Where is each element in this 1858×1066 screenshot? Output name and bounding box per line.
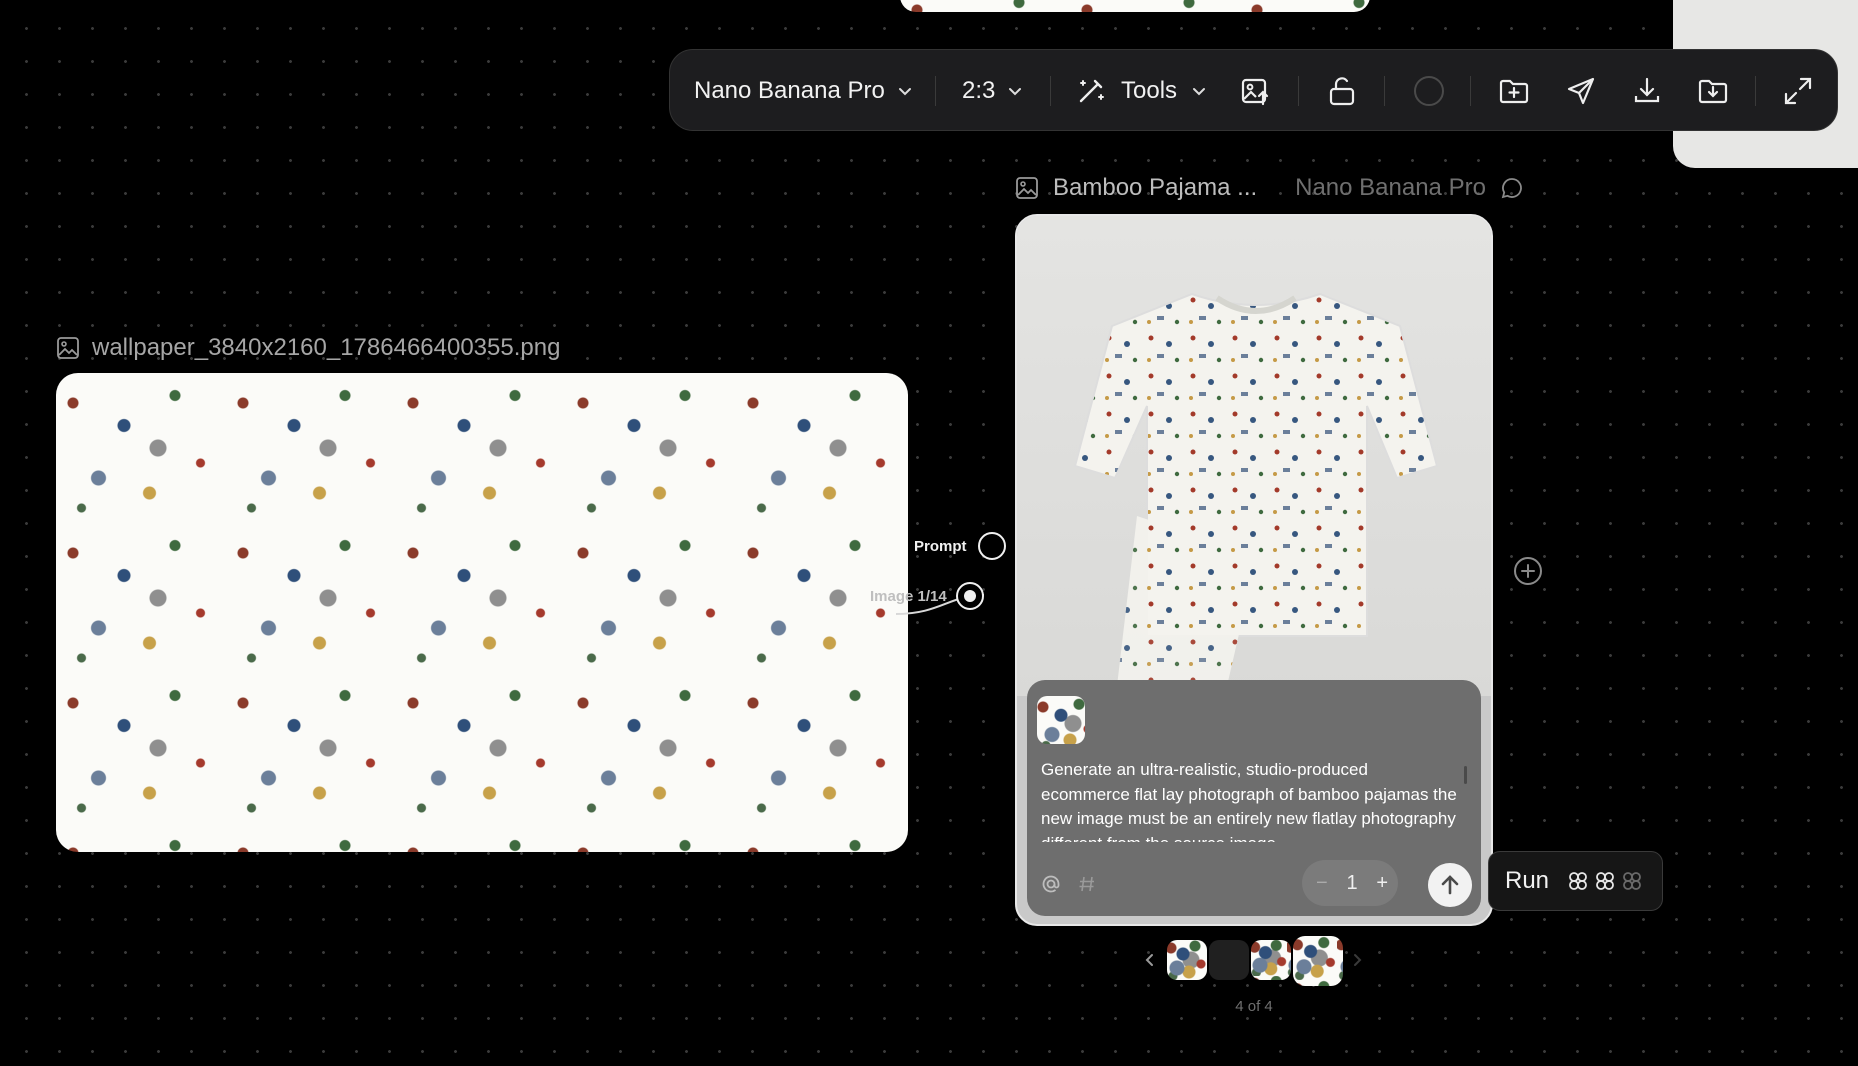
decrement-button[interactable]: −: [1316, 872, 1328, 895]
arrow-up-icon: [1438, 873, 1462, 897]
left-node-filename: wallpaper_3840x2160_1786466400355.png: [92, 334, 561, 361]
generated-image-card[interactable]: Generate an ultra-realistic, studio-prod…: [1015, 214, 1493, 926]
image-upload-icon: [1239, 75, 1271, 107]
carousel-thumb-4-selected[interactable]: [1293, 936, 1343, 986]
quantity-stepper[interactable]: − 1 +: [1302, 860, 1398, 906]
port-circle-icon: [977, 531, 1007, 561]
increment-button[interactable]: +: [1376, 872, 1388, 895]
fullscreen-button[interactable]: [1782, 50, 1814, 132]
image-upload-button[interactable]: [1239, 50, 1271, 132]
download-icon: [1631, 75, 1663, 107]
hash-icon[interactable]: [1077, 874, 1097, 894]
ratio-selector[interactable]: 2:3: [962, 50, 1023, 132]
carousel-thumb-1[interactable]: [1167, 940, 1207, 980]
color-button[interactable]: [1412, 50, 1446, 132]
run-label: Run: [1505, 867, 1550, 894]
plus-circle-icon[interactable]: [1512, 555, 1544, 587]
right-node-header: Bamboo Pajama ... Nano Banana Pro: [1015, 174, 1524, 202]
lock-button[interactable]: [1326, 50, 1358, 132]
chevron-left-icon[interactable]: [1142, 952, 1158, 968]
prompt-scrollbar[interactable]: [1464, 766, 1467, 784]
carousel-counter: 4 of 4: [1235, 998, 1273, 1015]
image-port[interactable]: Image 1/14: [870, 581, 985, 611]
prompt-textarea[interactable]: Generate an ultra-realistic, studio-prod…: [1041, 758, 1461, 842]
chevron-down-icon: [897, 83, 913, 99]
carousel-thumb-3[interactable]: [1251, 940, 1291, 980]
carousel-thumb-2[interactable]: [1209, 940, 1249, 980]
add-to-folder-button[interactable]: [1498, 50, 1530, 132]
save-to-folder-button[interactable]: [1697, 50, 1729, 132]
run-button[interactable]: Run: [1488, 851, 1663, 911]
model-label: Nano Banana Pro: [694, 77, 885, 104]
port-circle-filled-icon: [955, 581, 985, 611]
prompt-panel: Generate an ultra-realistic, studio-prod…: [1027, 680, 1481, 916]
send-icon: [1565, 75, 1597, 107]
right-node-title[interactable]: Bamboo Pajama ...: [1053, 174, 1257, 202]
download-button[interactable]: [1631, 50, 1663, 132]
reference-thumbnail[interactable]: [1037, 696, 1085, 744]
wallpaper-image[interactable]: [56, 373, 908, 852]
toolbar: Nano Banana Pro 2:3 Tools: [669, 49, 1838, 131]
chat-bubble-icon[interactable]: [1500, 176, 1524, 200]
pajama-illustration: [1073, 292, 1439, 686]
right-node-model: Nano Banana Pro: [1295, 174, 1486, 201]
image-icon: [56, 336, 80, 360]
at-icon[interactable]: [1041, 874, 1061, 894]
image-port-label: Image 1/14: [870, 587, 947, 605]
credits-icon: [1567, 870, 1643, 892]
image-icon: [1015, 176, 1039, 200]
model-selector[interactable]: Nano Banana Pro: [694, 50, 913, 132]
unlock-icon: [1326, 75, 1358, 107]
chevron-down-icon: [1007, 83, 1023, 99]
quantity-value: 1: [1346, 871, 1358, 894]
magic-wand-icon: [1075, 75, 1107, 107]
save-folder-icon: [1697, 75, 1729, 107]
chevron-down-icon: [1191, 83, 1207, 99]
pajama-photo: [1017, 216, 1491, 696]
generate-send-button[interactable]: [1428, 863, 1472, 907]
expand-icon: [1782, 75, 1814, 107]
add-folder-icon: [1498, 75, 1530, 107]
left-node-header: wallpaper_3840x2160_1786466400355.png: [56, 334, 560, 362]
top-partial-image[interactable]: [900, 0, 1370, 12]
prompt-port[interactable]: Prompt: [912, 531, 1007, 561]
tools-selector[interactable]: Tools: [1075, 50, 1207, 132]
prompt-port-label: Prompt: [912, 537, 969, 555]
chevron-right-icon[interactable]: [1349, 952, 1365, 968]
circle-icon: [1412, 74, 1446, 108]
send-button[interactable]: [1565, 50, 1597, 132]
tools-label: Tools: [1121, 77, 1178, 104]
ratio-label: 2:3: [962, 77, 996, 104]
